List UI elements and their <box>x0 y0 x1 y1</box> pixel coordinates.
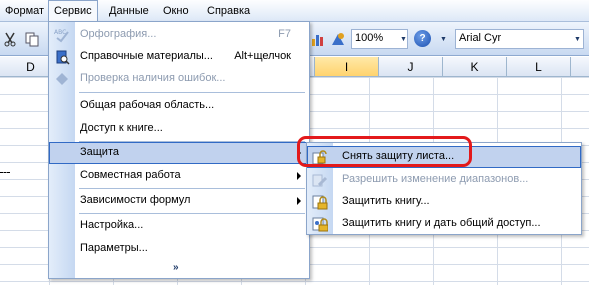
expand-menu-icon[interactable]: » <box>173 262 179 273</box>
menu-item-shortcut: Alt+щелчок <box>234 50 291 62</box>
menu-separator <box>79 188 305 189</box>
menu-window[interactable]: Окно <box>158 0 194 22</box>
menu-item-collaboration[interactable]: Совместная работа <box>49 165 309 187</box>
menu-item-customize[interactable]: Настройка... <box>49 215 309 237</box>
column-header-i[interactable]: I <box>315 57 379 77</box>
menu-service[interactable]: Сервис <box>48 0 98 23</box>
menu-item-spelling[interactable]: ABC Орфография... F7 <box>49 24 309 46</box>
submenu-item-label: Защитить книгу и дать общий доступ... <box>342 217 541 229</box>
menu-item-label: Справочные материалы... <box>80 50 213 62</box>
column-header-m[interactable] <box>571 57 589 77</box>
chart-wizard-icon[interactable] <box>310 31 326 47</box>
menu-separator <box>79 92 305 93</box>
research-book-icon <box>56 50 70 65</box>
menu-item-label: Настройка... <box>80 219 144 231</box>
submenu-item-protect-workbook[interactable]: Защитить книгу... <box>307 191 581 213</box>
service-menu: ABC Орфография... F7 Справочные материал… <box>48 21 310 279</box>
submenu-item-label: Разрешить изменение диапазонов... <box>342 173 529 185</box>
zoom-dropdown-icon[interactable]: ▼ <box>400 36 407 43</box>
menu-separator <box>79 213 305 214</box>
submenu-item-allow-ranges[interactable]: Разрешить изменение диапазонов... <box>307 169 581 191</box>
menu-format[interactable]: Формат <box>0 0 49 22</box>
column-header-l[interactable]: L <box>507 57 571 77</box>
column-header-j[interactable]: J <box>379 57 443 77</box>
zoom-value: 100% <box>355 32 384 44</box>
menu-item-formula-auditing[interactable]: Зависимости формул <box>49 190 309 212</box>
menu-item-options[interactable]: Параметры... <box>49 238 309 260</box>
submenu-arrow-icon <box>297 172 301 180</box>
menu-item-shared-workspace[interactable]: Общая рабочая область... <box>49 95 309 117</box>
submenu-arrow-icon <box>297 149 301 157</box>
submenu-item-label: Снять защиту листа... <box>342 150 455 162</box>
menu-item-label: Орфография... <box>80 28 157 40</box>
error-check-icon <box>56 73 68 85</box>
submenu-arrow-icon <box>297 197 301 205</box>
menu-item-share-workbook[interactable]: Доступ к книге... <box>49 118 309 140</box>
menu-item-error-check[interactable]: Проверка наличия ошибок... <box>49 68 309 90</box>
menu-item-protection[interactable]: Защита <box>49 142 309 164</box>
menu-item-label: Доступ к книге... <box>80 122 163 134</box>
column-header-k[interactable]: K <box>443 57 507 77</box>
copy-icon[interactable] <box>24 31 40 47</box>
font-dropdown-icon[interactable]: ▼ <box>574 36 581 43</box>
font-name: Arial Cyr <box>459 32 502 44</box>
toolbar-options-icon[interactable]: ▼ <box>440 36 447 43</box>
drawing-icon[interactable] <box>330 31 346 47</box>
help-icon[interactable]: ? <box>414 30 431 47</box>
menu-data[interactable]: Данные <box>104 0 154 22</box>
menu-item-research[interactable]: Справочные материалы... Alt+щелчок <box>49 46 309 68</box>
menu-help[interactable]: Справка <box>202 0 255 22</box>
spellcheck-icon: ABC <box>54 29 69 43</box>
protection-submenu: Снять защиту листа... Разрешить изменени… <box>306 142 582 235</box>
protect-workbook-icon <box>312 195 328 210</box>
menu-item-label: Совместная работа <box>80 169 181 181</box>
submenu-item-unprotect-sheet[interactable]: Снять защиту листа... <box>307 146 581 168</box>
submenu-item-label: Защитить книгу... <box>342 195 430 207</box>
menu-item-label: Параметры... <box>80 242 148 254</box>
menu-item-label: Общая рабочая область... <box>80 99 215 111</box>
font-combobox[interactable]: Arial Cyr <box>455 29 584 49</box>
protect-share-icon <box>312 217 328 232</box>
menu-item-label: Проверка наличия ошибок... <box>80 72 226 84</box>
unlock-sheet-icon <box>312 150 327 165</box>
cut-icon[interactable] <box>2 31 18 47</box>
menu-item-label: Защита <box>80 146 119 158</box>
menu-item-label: Зависимости формул <box>80 194 191 206</box>
submenu-item-protect-and-share[interactable]: Защитить книгу и дать общий доступ... <box>307 213 581 235</box>
menu-item-shortcut: F7 <box>278 28 291 40</box>
menu-bar: Формат Сервис Данные Окно Справка <box>0 0 589 23</box>
allow-ranges-icon <box>312 174 328 187</box>
page-break-line <box>0 172 10 173</box>
